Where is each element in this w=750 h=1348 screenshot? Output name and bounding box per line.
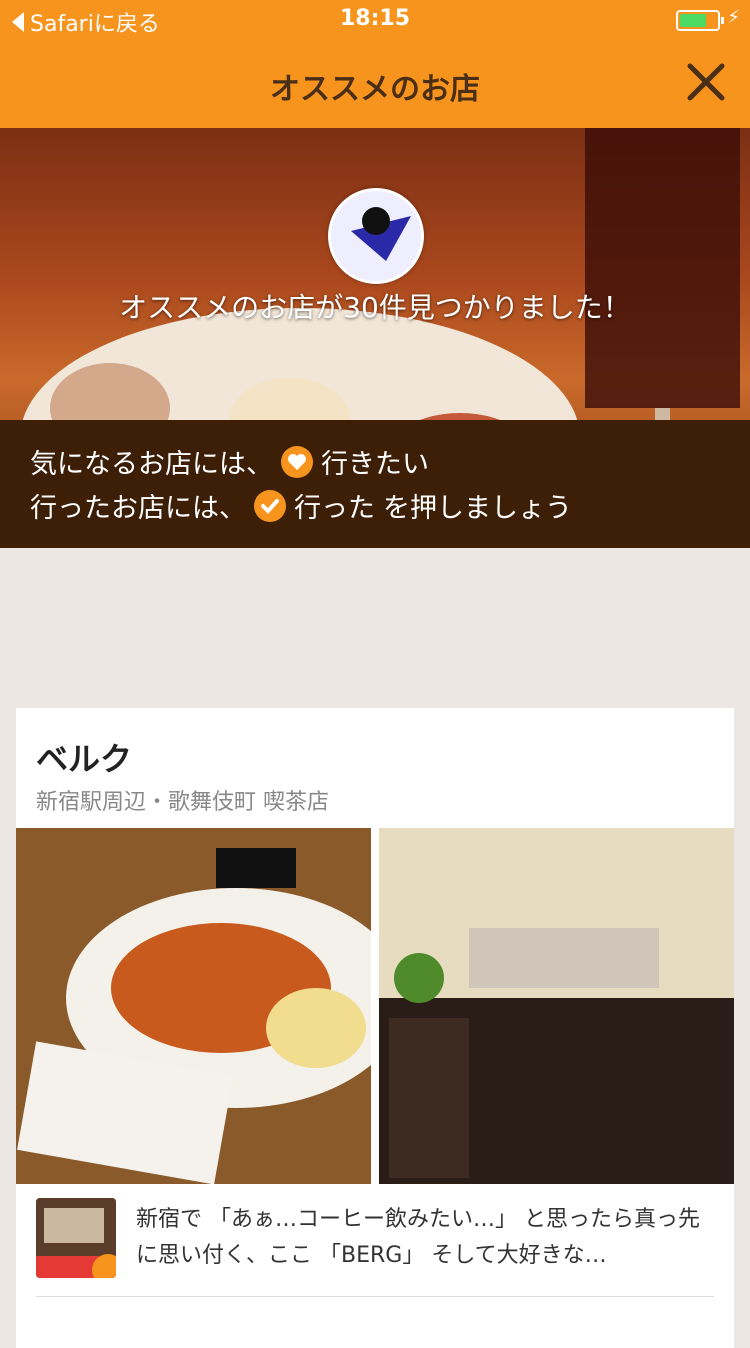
shop-card[interactable]: ベルク 新宿駅周辺・歌舞伎町 喫茶店 新宿で 「あぁ…コーヒー飲みたい…」 と思… xyxy=(16,708,734,1348)
heart-icon xyxy=(281,445,313,478)
charging-icon: ⚡ xyxy=(727,7,740,28)
result-count-headline: オススメのお店が30件見つかりました！ xyxy=(119,291,631,324)
close-icon[interactable] xyxy=(684,60,728,104)
battery-icon xyxy=(676,10,724,31)
instruction-bar: 気になるお店には、 行きたい 行ったお店には、 行った を押しましょう xyxy=(0,420,750,548)
divider xyxy=(36,1296,714,1297)
instruction-line-2: 行ったお店には、 行った を押しましょう xyxy=(30,486,572,525)
instruction-line-1: 気になるお店には、 行きたい xyxy=(30,442,429,481)
check-icon xyxy=(254,489,286,522)
post-row[interactable]: 新宿で 「あぁ…コーヒー飲みたい…」 と思ったら真っ先に思い付く、ここ 「BER… xyxy=(36,1198,716,1298)
status-time: 18:15 xyxy=(339,6,411,31)
post-excerpt: 新宿で 「あぁ…コーヒー飲みたい…」 と思ったら真っ先に思い付く、ここ 「BER… xyxy=(136,1207,700,1268)
shop-area-category: 新宿駅周辺・歌舞伎町 喫茶店 xyxy=(36,790,329,815)
shop-photo-interior[interactable] xyxy=(379,828,734,1184)
shop-photo-curry[interactable] xyxy=(16,828,371,1184)
nav-bar: オススメのお店 xyxy=(0,40,750,128)
page-title: オススメのお店 xyxy=(270,72,480,107)
shop-name: ベルク xyxy=(36,740,133,778)
avatar[interactable] xyxy=(328,188,424,284)
post-thumbnail xyxy=(36,1198,116,1278)
status-bar: Safariに戻る 18:15 ⚡ xyxy=(0,0,750,40)
